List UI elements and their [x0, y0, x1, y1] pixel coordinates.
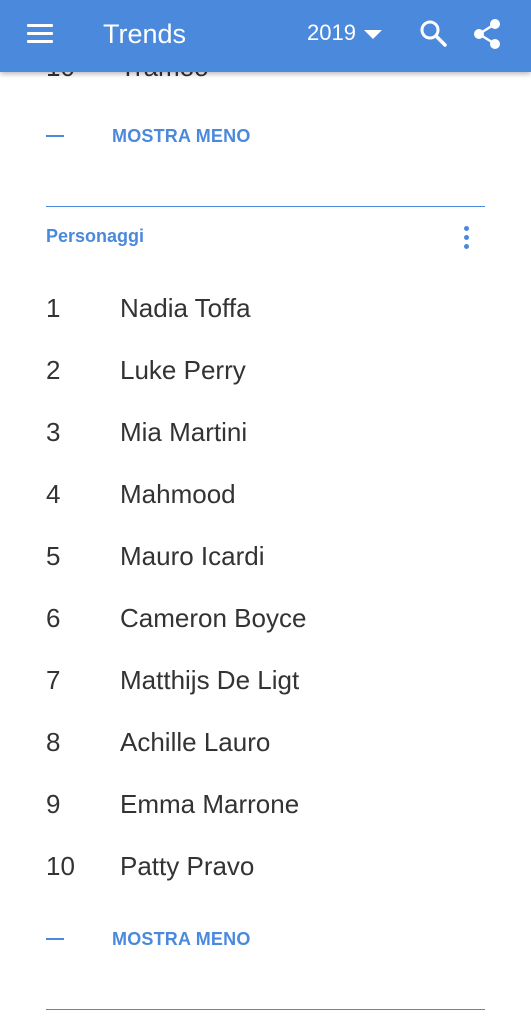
section-title: Personaggi: [46, 226, 145, 246]
share-icon[interactable]: [471, 18, 503, 50]
list-item-name: Luke Perry: [120, 355, 246, 385]
list-item-rank: 10: [46, 851, 75, 881]
app-title: Trends: [103, 19, 187, 49]
show-less-label: MOSTRA MENO: [112, 929, 251, 949]
list-item-name: Mahmood: [120, 479, 236, 509]
show-less-button[interactable]: MOSTRA MENO: [0, 116, 531, 156]
list-item-rank: 5: [46, 541, 61, 571]
list-item-name: Nadia Toffa: [120, 293, 251, 323]
menu-icon[interactable]: [25, 20, 57, 52]
list-item-rank: 2: [46, 355, 61, 385]
list-item-name: Cameron Boyce: [120, 603, 307, 633]
minus-icon: [46, 938, 64, 940]
list-item[interactable]: 10 Patty Pravo: [0, 837, 531, 899]
more-options-icon[interactable]: [455, 224, 479, 252]
list-item-rank: 8: [46, 727, 61, 757]
list-item-name: Achille Lauro: [120, 727, 271, 757]
app-bar: Trends 2019: [0, 0, 531, 72]
list-item-rank: 3: [46, 417, 61, 447]
list-item[interactable]: 1 Nadia Toffa: [0, 279, 531, 341]
list-item[interactable]: 4 Mahmood: [0, 465, 531, 527]
list-item[interactable]: 6 Cameron Boyce: [0, 589, 531, 651]
minus-icon: [46, 135, 64, 137]
list-item[interactable]: 2 Luke Perry: [0, 341, 531, 403]
search-icon[interactable]: [418, 18, 448, 48]
list-item-name: Mauro Icardi: [120, 541, 265, 571]
list-item[interactable]: 3 Mia Martini: [0, 403, 531, 465]
list-item-rank: 6: [46, 603, 61, 633]
list-item-rank: 9: [46, 789, 61, 819]
list-item-rank: 7: [46, 665, 61, 695]
list-item[interactable]: 5 Mauro Icardi: [0, 527, 531, 589]
ranking-list: 1 Nadia Toffa 2 Luke Perry 3 Mia Martini…: [0, 279, 531, 899]
list-item-name: Patty Pravo: [120, 851, 255, 881]
year-value: 2019: [307, 20, 356, 45]
list-item[interactable]: 8 Achille Lauro: [0, 713, 531, 775]
show-less-button[interactable]: MOSTRA MENO: [0, 919, 531, 959]
list-item[interactable]: 9 Emma Marrone: [0, 775, 531, 837]
year-selector[interactable]: 2019: [307, 20, 382, 46]
list-item-rank: 1: [46, 293, 61, 323]
section-divider: [46, 1009, 485, 1010]
section-divider: [46, 206, 485, 207]
list-item-rank: 4: [46, 479, 61, 509]
list-item-name: Mia Martini: [120, 417, 248, 447]
list-item[interactable]: 7 Matthijs De Ligt: [0, 651, 531, 713]
caret-down-icon: [363, 29, 382, 39]
list-item-name: Matthijs De Ligt: [120, 665, 300, 695]
show-less-label: MOSTRA MENO: [112, 126, 251, 146]
list-item-name: Emma Marrone: [120, 789, 300, 819]
